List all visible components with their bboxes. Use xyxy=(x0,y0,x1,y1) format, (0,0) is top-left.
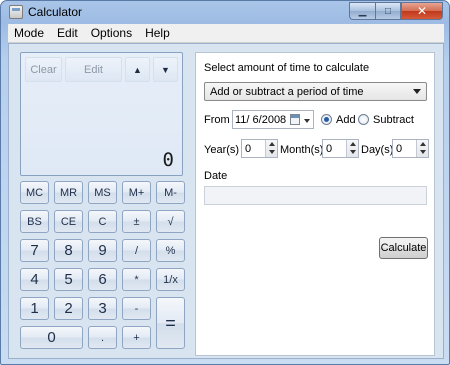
days-spin-buttons[interactable] xyxy=(416,140,428,157)
key-add[interactable]: + xyxy=(122,326,151,349)
key-2[interactable]: 2 xyxy=(54,297,83,320)
key-mc[interactable]: MC xyxy=(20,181,49,204)
subtract-label[interactable]: Subtract xyxy=(373,114,414,126)
minimize-button[interactable]: ▁ xyxy=(349,2,375,20)
calculate-button[interactable]: Calculate xyxy=(379,237,428,259)
key-backspace[interactable]: BS xyxy=(20,210,49,233)
key-5[interactable]: 5 xyxy=(54,268,83,291)
key-reciprocal[interactable]: 1/x xyxy=(156,268,185,291)
key-percent[interactable]: % xyxy=(156,239,185,262)
key-m-plus[interactable]: M+ xyxy=(122,181,151,204)
key-plus-minus[interactable]: ± xyxy=(122,210,151,233)
years-spin-buttons[interactable] xyxy=(265,140,277,157)
key-equals[interactable]: = xyxy=(156,297,185,349)
menu-bar: Mode Edit Options Help xyxy=(8,24,444,43)
caption-buttons: ▁ □ ✕ xyxy=(349,2,443,20)
key-ce[interactable]: CE xyxy=(54,210,83,233)
key-9[interactable]: 9 xyxy=(88,239,117,262)
days-label: Day(s) xyxy=(361,144,394,156)
chevron-down-icon xyxy=(413,89,421,94)
calculator-icon xyxy=(9,5,23,19)
history-toolbar: Clear Edit ▲ ▼ xyxy=(25,57,178,82)
key-mr[interactable]: MR xyxy=(54,181,83,204)
calculator-window: Calculator ▁ □ ✕ Mode Edit Options Help … xyxy=(0,0,450,365)
window-title: Calculator xyxy=(28,5,83,19)
key-c[interactable]: C xyxy=(88,210,117,233)
add-radio[interactable] xyxy=(321,114,332,125)
title-bar: Calculator ▁ □ ✕ xyxy=(1,1,449,23)
spin-up-icon[interactable] xyxy=(350,142,356,146)
key-ms[interactable]: MS xyxy=(88,181,117,204)
months-spin-buttons[interactable] xyxy=(346,140,358,157)
result-date-field xyxy=(204,186,427,205)
key-decimal[interactable]: . xyxy=(88,326,117,349)
key-1[interactable]: 1 xyxy=(20,297,49,320)
spin-down-icon[interactable] xyxy=(420,150,426,154)
key-0[interactable]: 0 xyxy=(20,326,83,349)
dropdown-arrow-icon[interactable] xyxy=(304,119,310,123)
years-spinner[interactable]: 0 xyxy=(241,139,278,158)
maximize-button[interactable]: □ xyxy=(375,2,401,20)
calculator-display: Clear Edit ▲ ▼ 0 xyxy=(20,52,183,176)
add-label[interactable]: Add xyxy=(336,114,356,126)
key-subtract[interactable]: - xyxy=(122,297,151,320)
key-multiply[interactable]: * xyxy=(122,268,151,291)
history-clear-button[interactable]: Clear xyxy=(25,57,62,82)
close-button[interactable]: ✕ xyxy=(401,2,443,20)
years-value: 0 xyxy=(245,142,252,155)
spin-up-icon[interactable] xyxy=(420,142,426,146)
calendar-icon[interactable] xyxy=(290,114,300,125)
subtract-radio[interactable] xyxy=(358,114,369,125)
days-value: 0 xyxy=(396,142,403,155)
calculation-mode-value: Add or subtract a period of time xyxy=(210,85,364,98)
date-calculation-panel: Select amount of time to calculate Add o… xyxy=(195,52,435,356)
key-6[interactable]: 6 xyxy=(88,268,117,291)
months-label: Month(s) xyxy=(280,144,324,156)
years-label: Year(s) xyxy=(204,144,240,156)
menu-mode[interactable]: Mode xyxy=(8,26,51,40)
spin-down-icon[interactable] xyxy=(269,150,275,154)
spin-up-icon[interactable] xyxy=(269,142,275,146)
calculation-mode-select[interactable]: Add or subtract a period of time xyxy=(204,82,427,101)
history-up-icon[interactable]: ▲ xyxy=(125,57,150,82)
key-m-minus[interactable]: M- xyxy=(156,181,185,204)
from-label: From xyxy=(204,114,230,126)
client-area: Clear Edit ▲ ▼ 0 MC MR MS M+ M- BS CE C … xyxy=(8,43,444,359)
key-divide[interactable]: / xyxy=(122,239,151,262)
days-spinner[interactable]: 0 xyxy=(392,139,429,158)
key-8[interactable]: 8 xyxy=(54,239,83,262)
menu-options[interactable]: Options xyxy=(85,26,139,40)
months-spinner[interactable]: 0 xyxy=(322,139,359,158)
date-label: Date xyxy=(204,170,228,182)
history-edit-button[interactable]: Edit xyxy=(65,57,122,82)
from-date-picker[interactable]: 11/ 6/2008 xyxy=(232,110,314,129)
display-value: 0 xyxy=(162,149,174,171)
key-sqrt[interactable]: √ xyxy=(156,210,185,233)
date-panel-heading: Select amount of time to calculate xyxy=(204,62,370,74)
from-date-value: 11/ 6/2008 xyxy=(235,113,287,126)
months-value: 0 xyxy=(326,142,333,155)
menu-edit[interactable]: Edit xyxy=(51,26,85,40)
spin-down-icon[interactable] xyxy=(350,150,356,154)
history-down-icon[interactable]: ▼ xyxy=(153,57,178,82)
key-7[interactable]: 7 xyxy=(20,239,49,262)
menu-help[interactable]: Help xyxy=(139,26,177,40)
key-3[interactable]: 3 xyxy=(88,297,117,320)
key-4[interactable]: 4 xyxy=(20,268,49,291)
